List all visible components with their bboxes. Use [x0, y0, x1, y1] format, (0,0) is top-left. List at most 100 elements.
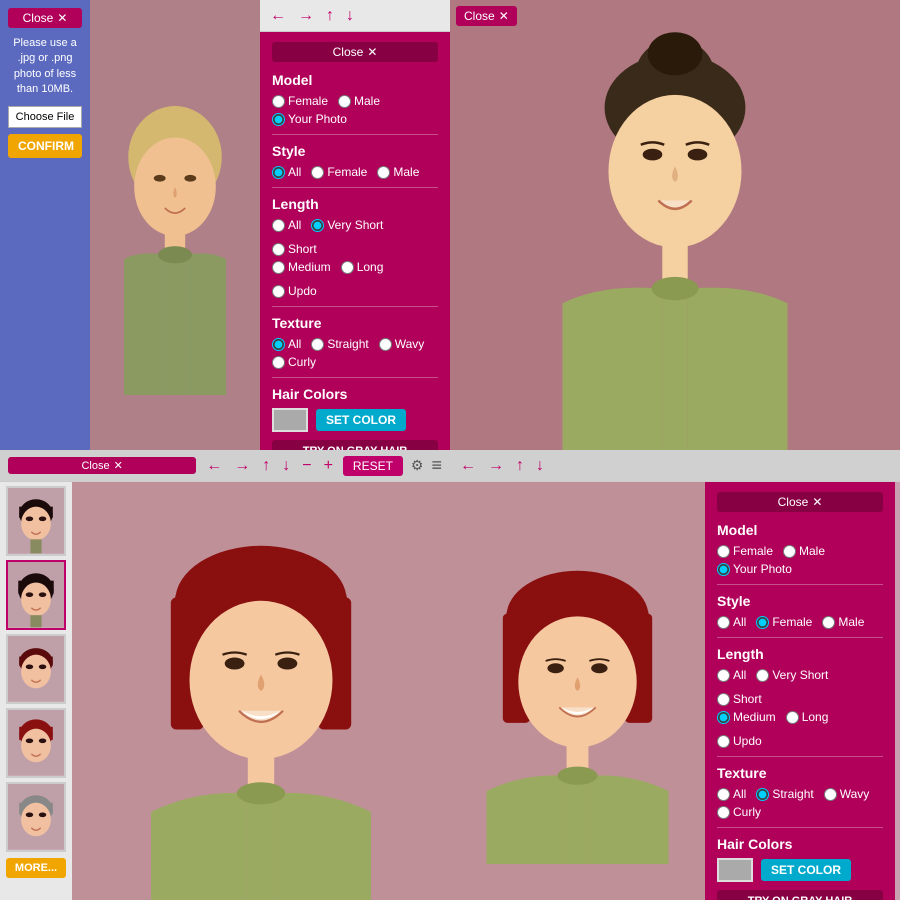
- thumbnail-3-q3[interactable]: [6, 634, 66, 704]
- close-label-q2: Close: [464, 9, 495, 23]
- set-color-button-q4[interactable]: SET COLOR: [761, 859, 851, 881]
- texture-section-title-q1: Texture: [272, 315, 438, 331]
- nav-right-q4[interactable]: →: [486, 457, 506, 475]
- length-medium-q1[interactable]: Medium: [272, 260, 331, 274]
- texture-wavy-q4[interactable]: Wavy: [824, 787, 870, 801]
- thumbnail-2-q3[interactable]: [6, 560, 66, 630]
- style-male-q1[interactable]: Male: [377, 165, 419, 179]
- texture-curly-q1[interactable]: Curly: [272, 355, 316, 369]
- filter-panel-q1: Close ✕ Model Female Male Your Photo Sty…: [260, 32, 450, 450]
- model-photo-row-q1: Your Photo: [272, 112, 438, 126]
- reset-button-q3[interactable]: RESET: [343, 456, 403, 476]
- gear-button-q3[interactable]: ⚙: [411, 457, 424, 474]
- model-yourphoto-q1[interactable]: Your Photo: [272, 112, 347, 126]
- photo-area-q3: [72, 482, 450, 900]
- model-male-q1[interactable]: Male: [338, 94, 380, 108]
- menu-button-q3[interactable]: ≡: [431, 455, 442, 476]
- quadrant-top-right: Close ✕: [450, 0, 900, 450]
- thumb-svg-4: [8, 710, 64, 775]
- texture-row2-q1: Curly: [272, 355, 438, 369]
- length-short-q1[interactable]: Short: [272, 242, 317, 256]
- length-medium-q4[interactable]: Medium: [717, 710, 776, 724]
- length-row2-q1: Medium Long Updo: [272, 260, 438, 298]
- haircolors-title-q4: Hair Colors: [717, 836, 883, 852]
- texture-section-title-q4: Texture: [717, 765, 883, 781]
- style-section-title-q1: Style: [272, 143, 438, 159]
- choose-file-button[interactable]: Choose File: [8, 106, 82, 128]
- thumbnail-1-q3[interactable]: [6, 486, 66, 556]
- thumbnail-sidebar-q3: MORE...: [0, 482, 72, 900]
- model-female-q4[interactable]: Female: [717, 544, 773, 558]
- texture-all-q1[interactable]: All: [272, 337, 301, 351]
- texture-row1-q1: All Straight Wavy: [272, 337, 438, 351]
- nav-toolbar-q4: ← → ↑ ↓: [450, 450, 900, 482]
- nav-left-q1[interactable]: ←: [268, 7, 288, 25]
- thumbnail-4-q3[interactable]: [6, 708, 66, 778]
- photo-area-q2: Close ✕: [450, 0, 900, 450]
- model-male-q4[interactable]: Male: [783, 544, 825, 558]
- length-all-q4[interactable]: All: [717, 668, 746, 682]
- nav-right-q1[interactable]: →: [296, 7, 316, 25]
- nav-down-q4[interactable]: ↓: [534, 457, 546, 475]
- nav-down-q3[interactable]: ↓: [280, 457, 292, 475]
- nav-up-q3[interactable]: ↑: [260, 457, 272, 475]
- photo-area-q4: [450, 482, 705, 900]
- close-button-filter-q1[interactable]: Close ✕: [272, 42, 438, 62]
- length-row2-q4: Medium Long Updo: [717, 710, 883, 748]
- length-short-q4[interactable]: Short: [717, 692, 762, 706]
- color-swatch-q4[interactable]: [717, 858, 753, 882]
- close-button-q3[interactable]: Close ✕: [8, 457, 196, 474]
- style-all-q1[interactable]: All: [272, 165, 301, 179]
- style-options-q4: All Female Male: [717, 615, 883, 629]
- nav-minus-q3[interactable]: −: [300, 457, 313, 475]
- length-section-title-q4: Length: [717, 646, 883, 662]
- texture-all-q4[interactable]: All: [717, 787, 746, 801]
- length-all-q1[interactable]: All: [272, 218, 301, 232]
- confirm-button[interactable]: CONFIRM: [8, 134, 82, 158]
- close-button-q1-left[interactable]: Close ✕: [8, 8, 82, 28]
- close-label-q1-left: Close: [23, 11, 54, 25]
- filter-panel-q4: Close ✕ Model Female Male Your Photo Sty…: [705, 482, 895, 900]
- quadrant-top-left: Close ✕ Please use a .jpg or .png photo …: [0, 0, 450, 450]
- thumb-svg-3: [8, 636, 64, 701]
- texture-wavy-q1[interactable]: Wavy: [379, 337, 425, 351]
- length-long-q4[interactable]: Long: [786, 710, 829, 724]
- style-male-q4[interactable]: Male: [822, 615, 864, 629]
- length-vshort-q4[interactable]: Very Short: [756, 668, 828, 682]
- length-vshort-q1[interactable]: Very Short: [311, 218, 383, 232]
- thumbnail-5-q3[interactable]: [6, 782, 66, 852]
- set-color-button-q1[interactable]: SET COLOR: [316, 409, 406, 431]
- haircolors-title-q1: Hair Colors: [272, 386, 438, 402]
- length-long-q1[interactable]: Long: [341, 260, 384, 274]
- model-options-q4: Female Male: [717, 544, 883, 558]
- close-button-filter-q4[interactable]: Close ✕: [717, 492, 883, 512]
- texture-straight-q4[interactable]: Straight: [756, 787, 813, 801]
- model-yourphoto-q4[interactable]: Your Photo: [717, 562, 792, 576]
- close-icon-q2: ✕: [499, 9, 509, 23]
- style-female-q1[interactable]: Female: [311, 165, 367, 179]
- style-all-q4[interactable]: All: [717, 615, 746, 629]
- model-figure-q3: [72, 482, 450, 900]
- style-female-q4[interactable]: Female: [756, 615, 812, 629]
- more-button-q3[interactable]: MORE...: [6, 858, 66, 878]
- nav-down-q1[interactable]: ↓: [344, 7, 356, 25]
- nav-up-q4[interactable]: ↑: [514, 457, 526, 475]
- style-section-title-q4: Style: [717, 593, 883, 609]
- nav-right-q3[interactable]: →: [232, 457, 252, 475]
- thumb-svg-5: [8, 784, 64, 849]
- nav-up-q1[interactable]: ↑: [324, 7, 336, 25]
- length-row1-q1: All Very Short Short: [272, 218, 438, 256]
- texture-curly-q4[interactable]: Curly: [717, 805, 761, 819]
- nav-left-q4[interactable]: ←: [458, 457, 478, 475]
- nav-left-q3[interactable]: ←: [204, 457, 224, 475]
- color-swatch-q1[interactable]: [272, 408, 308, 432]
- try-gray-button-q4[interactable]: TRY ON GRAY HAIR: [717, 890, 883, 900]
- length-updo-q4[interactable]: Updo: [717, 734, 762, 748]
- nav-toolbar-q3: Close ✕ ← → ↑ ↓ − + RESET ⚙ ≡: [0, 450, 450, 482]
- close-button-q2[interactable]: Close ✕: [456, 6, 517, 26]
- nav-plus-q3[interactable]: +: [322, 457, 335, 475]
- try-gray-button-q1[interactable]: TRY ON GRAY HAIR: [272, 440, 438, 450]
- texture-straight-q1[interactable]: Straight: [311, 337, 368, 351]
- model-female-q1[interactable]: Female: [272, 94, 328, 108]
- length-updo-q1[interactable]: Updo: [272, 284, 317, 298]
